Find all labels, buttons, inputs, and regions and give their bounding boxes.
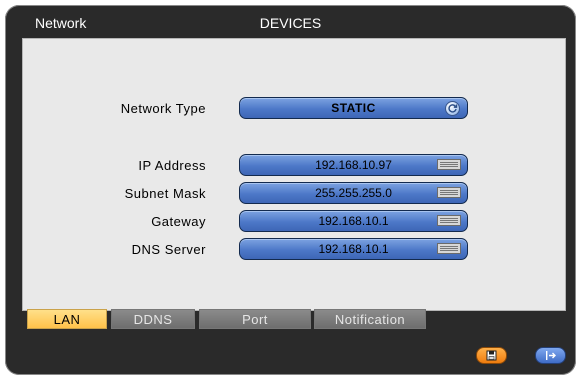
subnet-mask-value: 255.255.255.0 bbox=[315, 186, 392, 200]
refresh-icon[interactable] bbox=[445, 101, 460, 116]
network-type-select[interactable]: STATIC bbox=[239, 97, 468, 119]
window-title: DEVICES bbox=[259, 15, 322, 31]
keyboard-icon[interactable] bbox=[437, 159, 461, 170]
tab-notification[interactable]: Notification bbox=[314, 309, 426, 329]
gateway-label: Gateway bbox=[151, 214, 206, 229]
save-icon bbox=[486, 350, 497, 361]
gateway-value: 192.168.10.1 bbox=[318, 214, 389, 228]
title-bar: Network DEVICES bbox=[5, 5, 576, 41]
dns-server-value: 192.168.10.1 bbox=[318, 242, 389, 256]
subnet-mask-field[interactable]: 255.255.255.0 bbox=[239, 182, 468, 204]
keyboard-icon[interactable] bbox=[437, 243, 461, 254]
gateway-field[interactable]: 192.168.10.1 bbox=[239, 210, 468, 232]
save-button[interactable] bbox=[476, 347, 507, 364]
ip-address-label: IP Address bbox=[138, 158, 206, 173]
dvr-window: Network DEVICES Network Type STATIC IP A… bbox=[5, 5, 576, 375]
tab-ddns[interactable]: DDNS bbox=[111, 309, 195, 329]
dns-server-field[interactable]: 192.168.10.1 bbox=[239, 238, 468, 260]
exit-button[interactable] bbox=[535, 347, 566, 364]
keyboard-icon[interactable] bbox=[437, 215, 461, 226]
subnet-mask-label: Subnet Mask bbox=[124, 186, 206, 201]
tab-lan[interactable]: LAN bbox=[27, 309, 107, 329]
network-type-label: Network Type bbox=[120, 101, 206, 116]
ip-address-value: 192.168.10.97 bbox=[315, 158, 392, 172]
tab-port[interactable]: Port bbox=[199, 309, 311, 329]
keyboard-icon[interactable] bbox=[437, 187, 461, 198]
settings-panel: Network Type STATIC IP Address 192.168.1… bbox=[22, 38, 566, 311]
network-type-value: STATIC bbox=[331, 101, 376, 115]
exit-icon bbox=[546, 351, 556, 360]
dns-server-label: DNS Server bbox=[131, 242, 206, 257]
ip-address-field[interactable]: 192.168.10.97 bbox=[239, 154, 468, 176]
